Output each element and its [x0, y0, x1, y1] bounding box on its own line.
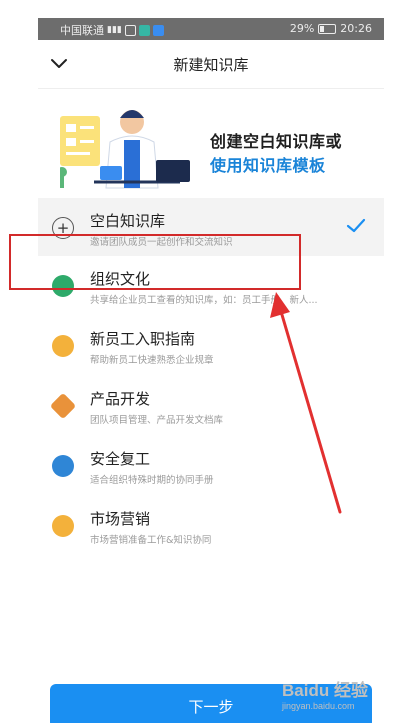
battery-icon: [318, 23, 337, 34]
product-icon: [49, 392, 77, 420]
top-bar: 新建知识库: [38, 40, 384, 89]
status-bar: 中国联通 ▮▮▮ 29% 20:26: [38, 18, 384, 40]
item-name: 新员工入职指南: [90, 330, 196, 348]
wifi-icon: [124, 24, 136, 36]
app-notification-icon: [138, 24, 150, 36]
banner-title-line2: 使用知识库模板: [210, 156, 326, 175]
watermark-url: jingyan.baidu.com: [282, 701, 355, 711]
item-desc: 共享给企业员工查看的知识库，如：员工手册、新人...: [90, 295, 318, 306]
banner: 创建空白知识库或 使用知识库模板: [38, 102, 384, 198]
checkmark-icon: [346, 218, 366, 233]
onboarding-icon: [52, 335, 74, 357]
watermark-brand: Baidu 经验: [282, 681, 368, 700]
item-name: 空白知识库: [90, 212, 166, 230]
signal-icon: ▮▮▮: [107, 25, 122, 35]
item-name: 安全复工: [90, 450, 151, 468]
clock: 20:26: [340, 22, 372, 35]
message-notification-icon: [152, 24, 164, 36]
item-name: 市场营销: [90, 510, 151, 528]
battery-percent: 29%: [289, 22, 315, 35]
item-name: 产品开发: [90, 390, 151, 408]
item-desc: 适合组织特殊时期的协同手册: [90, 475, 214, 486]
list-item-product[interactable]: 产品开发 团队项目管理、产品开发文档库: [38, 376, 384, 436]
list-item-marketing[interactable]: 市场营销 市场营销准备工作&知识协同: [38, 496, 384, 556]
banner-title-line1: 创建空白知识库或: [210, 132, 343, 151]
annotation-highlight-box: [9, 234, 301, 290]
shield-icon: [52, 455, 74, 477]
banner-illustration: [60, 110, 190, 189]
watermark: Baidu 经验 jingyan.baidu.com: [282, 676, 368, 711]
page-title: 新建知识库: [173, 56, 249, 74]
item-desc: 帮助新员工快速熟悉企业规章: [90, 355, 214, 366]
list-item-onboarding[interactable]: 新员工入职指南 帮助新员工快速熟悉企业规章: [38, 316, 384, 376]
phone-screen: 中国联通 ▮▮▮ 29% 20:26 新建知识库 创建空白知识库或 使用知识库模…: [38, 18, 384, 723]
marketing-icon: [52, 515, 74, 537]
item-desc: 市场营销准备工作&知识协同: [90, 535, 212, 546]
list-item-safety[interactable]: 安全复工 适合组织特殊时期的协同手册: [38, 436, 384, 496]
item-desc: 团队项目管理、产品开发文档库: [90, 415, 224, 426]
carrier-label: 中国联通: [60, 24, 104, 37]
